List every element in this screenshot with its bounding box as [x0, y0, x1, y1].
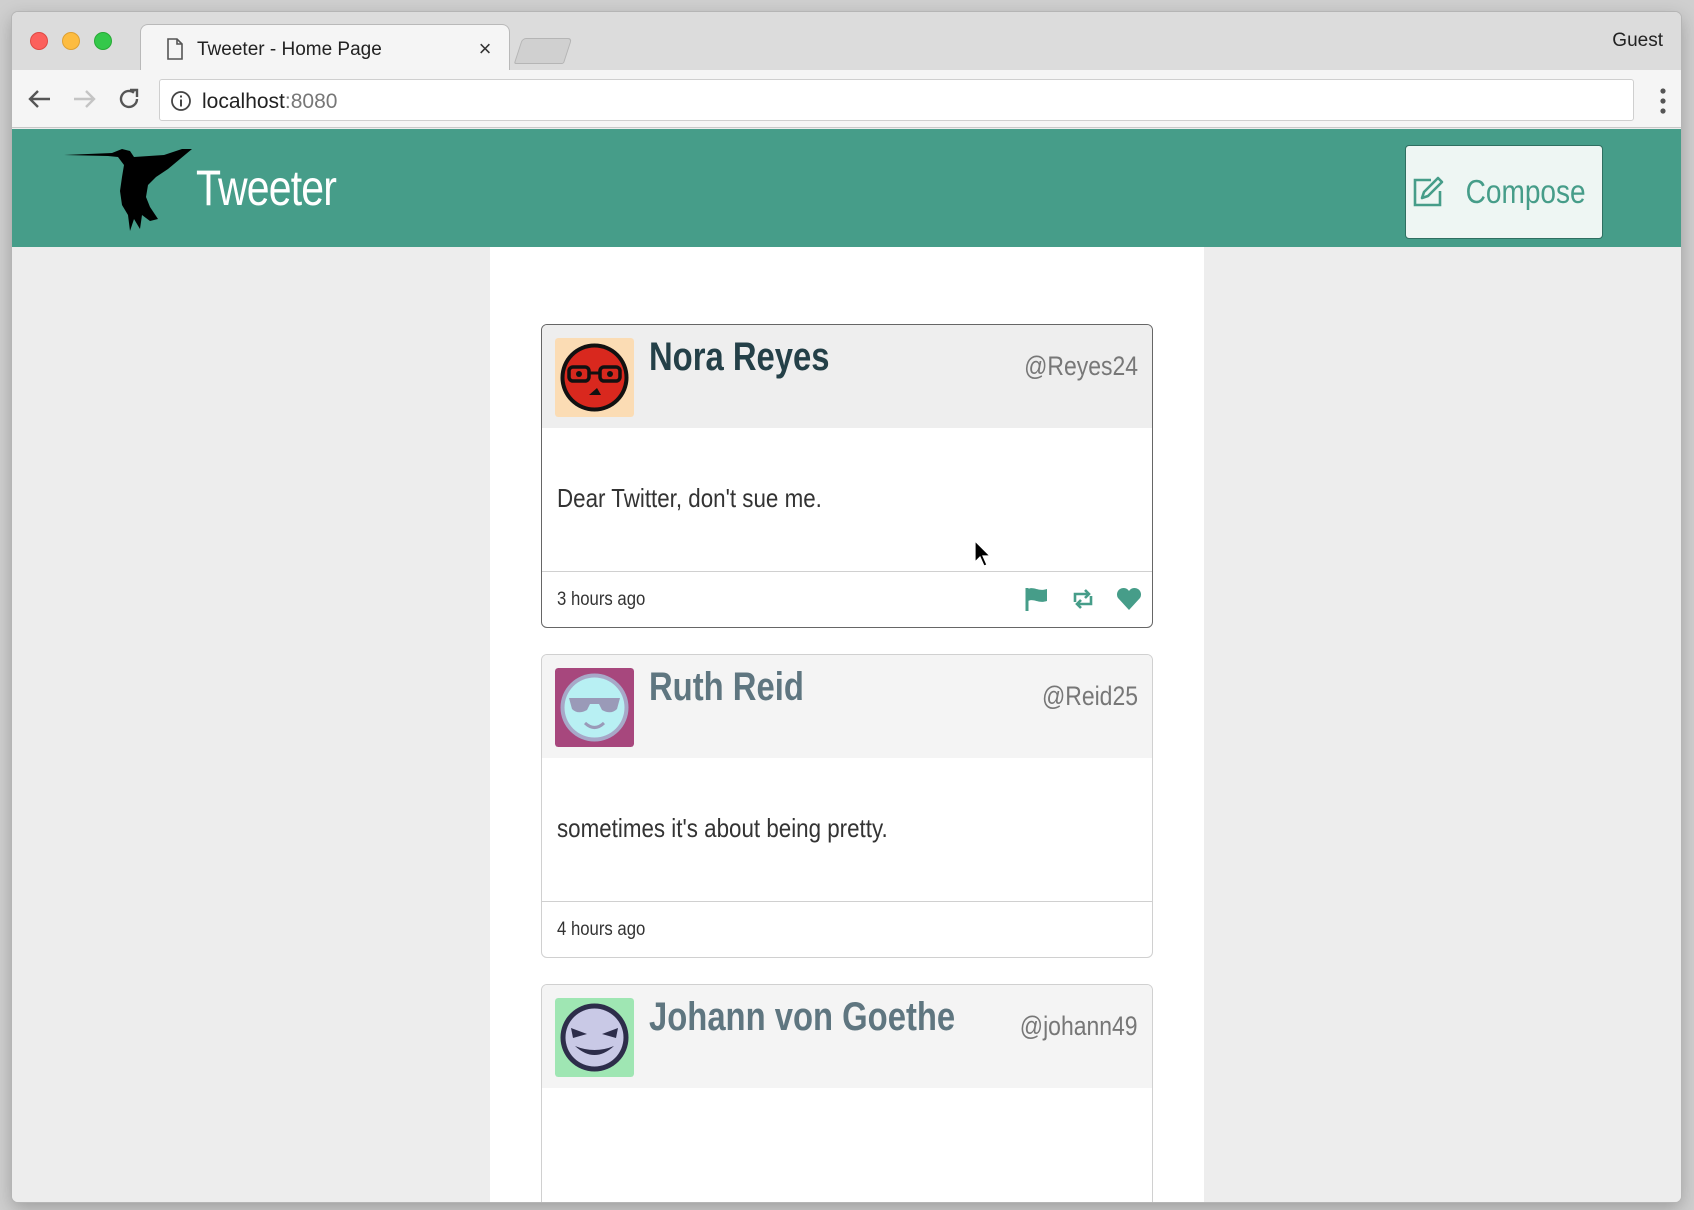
tab-title: Tweeter - Home Page	[197, 39, 382, 60]
document-icon	[167, 38, 183, 60]
tweet-body: Dear Twitter, don't sue me.	[542, 428, 1152, 572]
app-brand[interactable]: Tweeter	[196, 159, 337, 217]
url-port: :8080	[284, 90, 338, 113]
forward-arrow-icon[interactable]	[70, 85, 98, 113]
url-text: localhost:8080	[202, 90, 337, 114]
browser-window: Tweeter - Home Page × Guest localhost:80…	[12, 12, 1681, 1202]
avatar[interactable]	[555, 338, 634, 417]
tab-close-button[interactable]: ×	[475, 36, 495, 62]
back-arrow-icon[interactable]	[26, 85, 54, 113]
avatar[interactable]	[555, 998, 634, 1077]
retweet-icon[interactable]	[1070, 586, 1096, 612]
more-menu-icon[interactable]	[1659, 88, 1667, 114]
page-content: Tweeter Compose Nora Reyes @Reyes24 Dear…	[12, 129, 1681, 1202]
tweet-card: Johann von Goethe @johann49	[541, 984, 1153, 1202]
tweet-footer: 3 hours ago	[542, 572, 1152, 627]
tweet-header: Johann von Goethe @johann49	[542, 985, 1152, 1088]
heart-icon[interactable]	[1116, 586, 1142, 612]
tweet-timestamp: 4 hours ago	[557, 919, 646, 940]
new-tab-button[interactable]	[513, 38, 573, 64]
profile-button[interactable]: Guest	[1612, 30, 1663, 52]
tweet-timestamp: 3 hours ago	[557, 589, 646, 610]
tweet-body: sometimes it's about being pretty.	[542, 758, 1152, 902]
tweet-author-name: Nora Reyes	[649, 335, 830, 379]
info-icon[interactable]	[170, 90, 192, 112]
hummingbird-logo-icon	[64, 149, 192, 231]
tweet-feed: Nora Reyes @Reyes24 Dear Twitter, don't …	[490, 247, 1204, 1202]
tweet-header: Ruth Reid @Reid25	[542, 655, 1152, 758]
tweet-card: Nora Reyes @Reyes24 Dear Twitter, don't …	[541, 324, 1153, 628]
tab-strip: Tweeter - Home Page × Guest	[12, 12, 1681, 74]
address-bar[interactable]: localhost:8080	[159, 79, 1634, 121]
flag-icon[interactable]	[1024, 586, 1050, 612]
tweet-footer: 4 hours ago	[542, 902, 1152, 957]
url-host: localhost	[202, 90, 285, 113]
compose-label: Compose	[1465, 173, 1587, 210]
tab-home-page[interactable]: Tweeter - Home Page ×	[140, 24, 510, 74]
tweet-author-handle: @Reyes24	[1024, 351, 1138, 381]
browser-toolbar: localhost:8080	[12, 70, 1681, 128]
close-window-button[interactable]	[30, 32, 48, 50]
tweet-actions	[1024, 586, 1142, 612]
reload-icon[interactable]	[115, 85, 143, 113]
compose-button[interactable]: Compose	[1405, 145, 1603, 239]
tweet-text: sometimes it's about being pretty.	[557, 813, 888, 843]
tweet-author-handle: @johann49	[1020, 1011, 1138, 1041]
minimize-window-button[interactable]	[62, 32, 80, 50]
maximize-window-button[interactable]	[94, 32, 112, 50]
app-header: Tweeter Compose	[12, 129, 1681, 247]
edit-icon	[1414, 176, 1444, 207]
tweet-author-handle: @Reid25	[1041, 681, 1138, 711]
tweet-text: Dear Twitter, don't sue me.	[557, 483, 822, 513]
tweet-header: Nora Reyes @Reyes24	[542, 325, 1152, 428]
tweet-card: Ruth Reid @Reid25 sometimes it's about b…	[541, 654, 1153, 958]
mouse-pointer-icon	[974, 540, 992, 567]
tweet-author-name: Ruth Reid	[649, 665, 804, 709]
avatar[interactable]	[555, 668, 634, 747]
tweet-author-name: Johann von Goethe	[649, 995, 956, 1039]
